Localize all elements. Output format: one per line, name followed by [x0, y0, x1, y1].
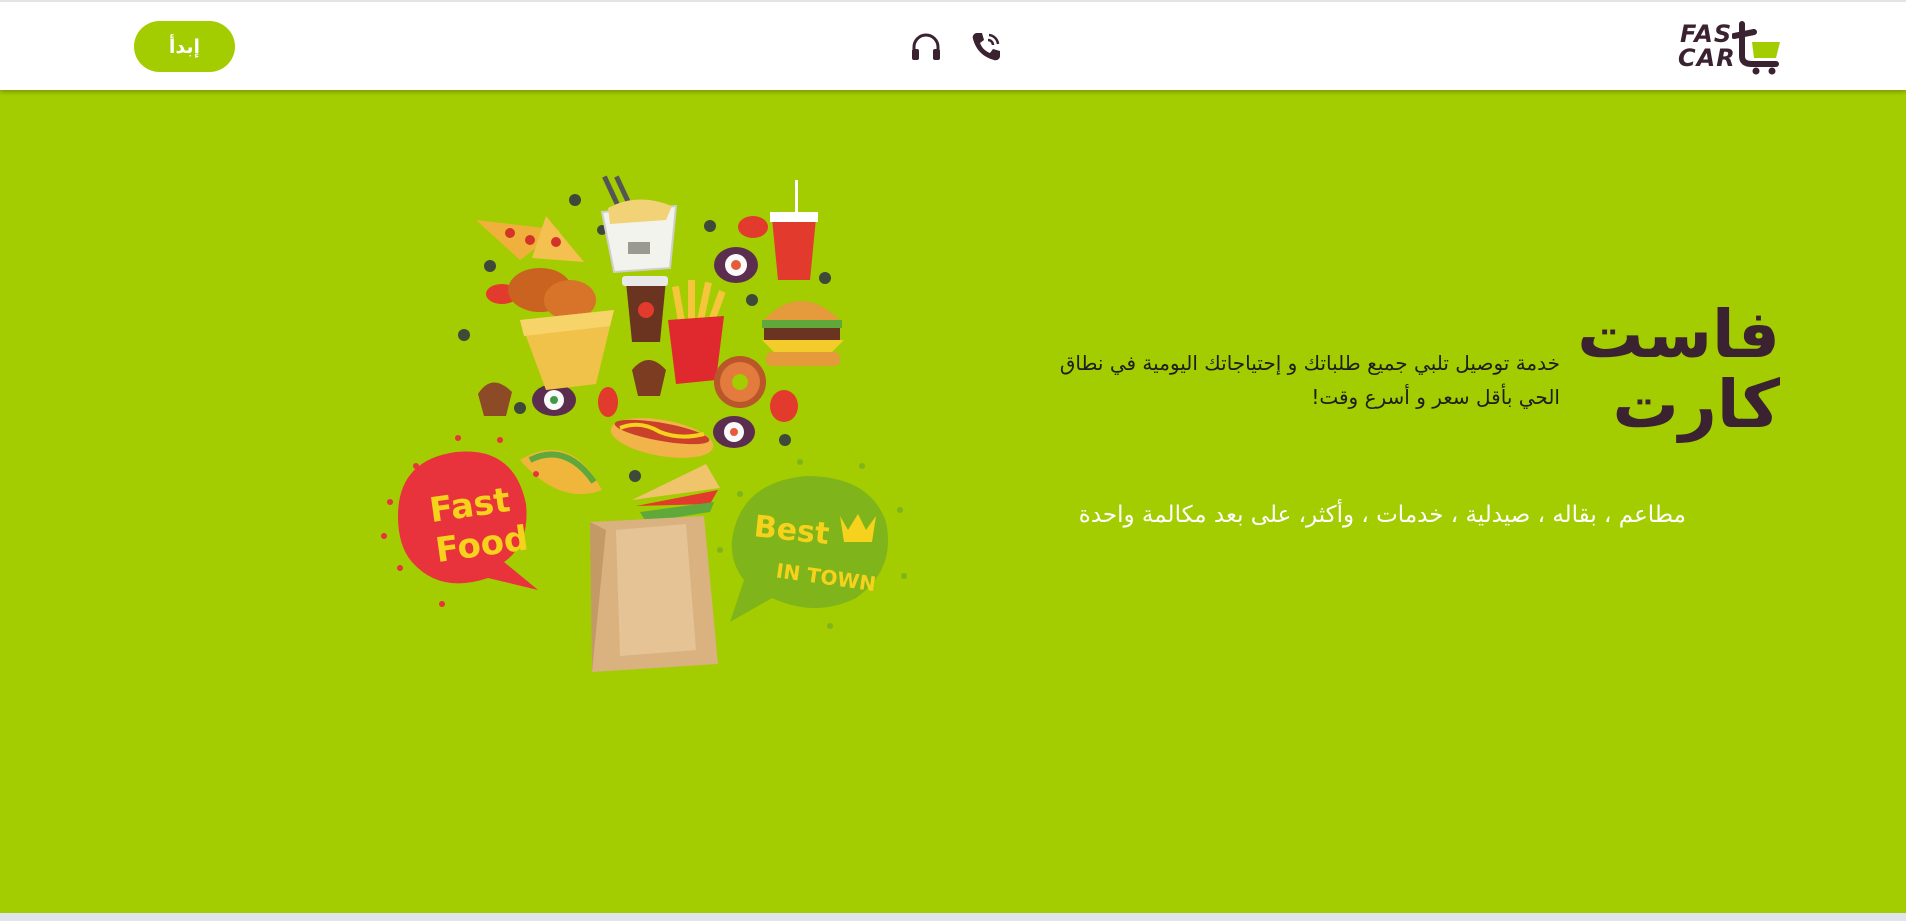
hero-description: خدمة توصيل تلبي جميع طلباتك و إحتياجاتك …	[1059, 351, 1560, 409]
best-in-town-bubble: Best IN TOWN	[717, 459, 907, 629]
cart-t-logo-icon	[1731, 20, 1784, 76]
taco	[520, 450, 602, 495]
hotdog	[610, 418, 714, 458]
bottom-scroll-strip	[0, 913, 1906, 921]
hero-title: فاست كارت	[1560, 300, 1780, 440]
phone-call-icon[interactable]	[968, 29, 1004, 65]
donut	[714, 356, 766, 408]
french-fries	[668, 280, 726, 384]
start-button[interactable]: إبدأ	[134, 21, 235, 72]
noodle-box	[600, 175, 678, 274]
top-navbar: إبدأ FAS CAR	[0, 0, 1906, 90]
fried-chicken-bucket	[508, 268, 614, 390]
pizza-slices	[476, 216, 584, 262]
logo-text-line1: FAS	[1680, 20, 1733, 48]
burger	[762, 301, 844, 366]
sandwich	[632, 464, 720, 522]
hero-title-line1: فاست	[1577, 296, 1780, 373]
fast-food-illustration: Fast Food Best IN TOWN	[370, 170, 930, 690]
coffee-cup	[622, 276, 668, 342]
logo-text-line2: CAR	[1678, 44, 1736, 72]
paper-bag	[590, 516, 718, 672]
hero-services-text: مطاعم ، بقاله ، صيدلية ، خدمات ، وأكثر، …	[1078, 502, 1686, 528]
fastcart-logo[interactable]: FAS CAR	[1676, 18, 1782, 78]
soda-cup	[770, 180, 818, 280]
fast-food-bubble: Fast Food	[381, 435, 539, 607]
hero-title-line2: كارت	[1612, 366, 1780, 443]
headphones-icon[interactable]	[908, 29, 944, 65]
